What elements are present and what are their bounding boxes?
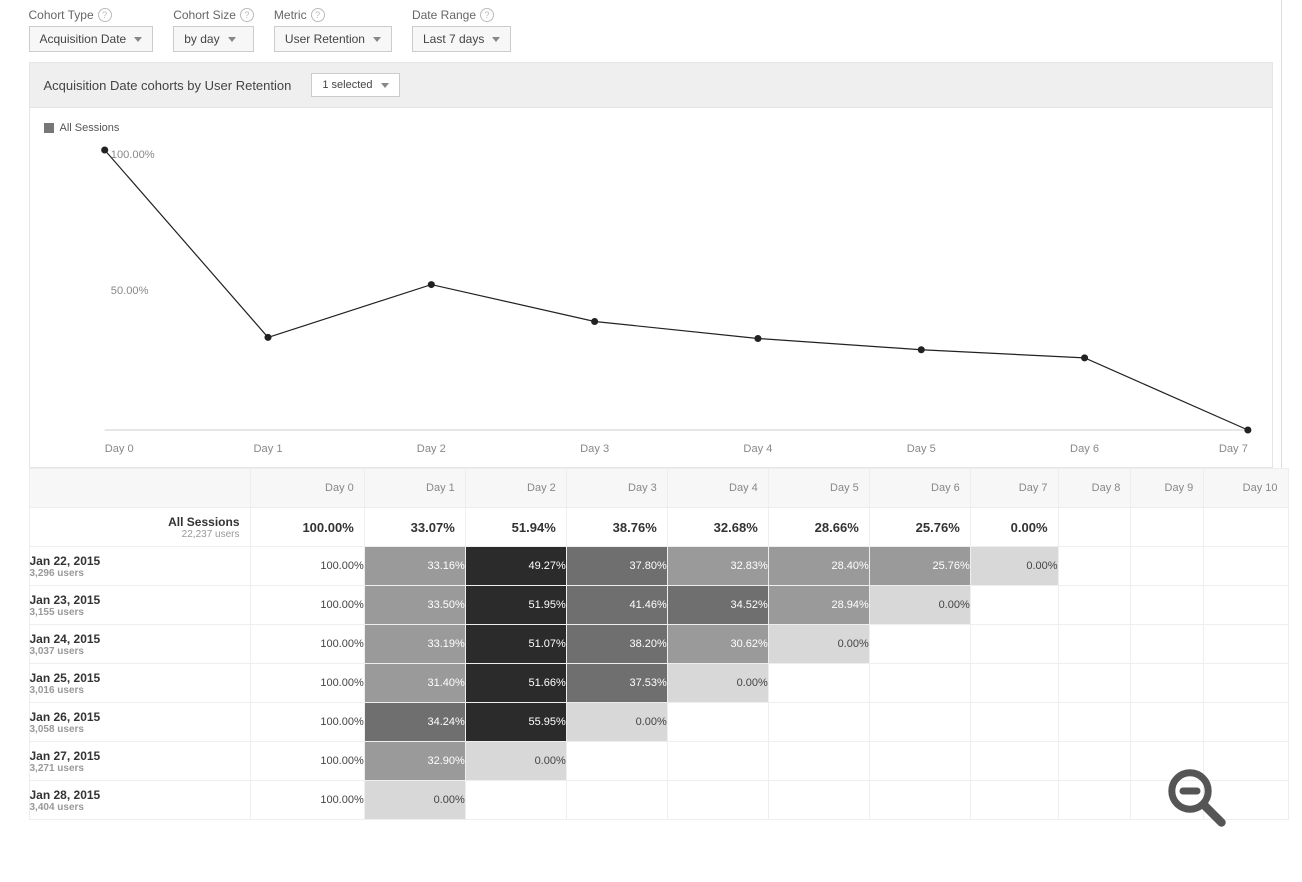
table-row: Jan 23, 20153,155 users100.00%33.50%51.9… <box>29 586 1288 625</box>
svg-text:Day 5: Day 5 <box>906 443 935 455</box>
help-icon[interactable]: ? <box>480 8 494 22</box>
column-header: Day 5 <box>768 469 869 508</box>
chart-panel: Acquisition Date cohorts by User Retenti… <box>29 62 1273 468</box>
zoom-out-button[interactable] <box>1162 763 1232 836</box>
column-header: Day 4 <box>667 469 768 508</box>
table-row: Jan 27, 20153,271 users100.00%32.90%0.00… <box>29 742 1288 781</box>
chevron-down-icon <box>373 37 381 42</box>
help-icon[interactable]: ? <box>311 8 325 22</box>
column-header: Day 2 <box>465 469 566 508</box>
svg-text:Day 6: Day 6 <box>1070 443 1099 455</box>
summary-row: All Sessions22,237 users100.00%33.07%51.… <box>29 508 1288 547</box>
help-icon[interactable]: ? <box>240 8 254 22</box>
chevron-down-icon <box>228 37 236 42</box>
column-header: Day 3 <box>566 469 667 508</box>
svg-text:Day 3: Day 3 <box>580 443 609 455</box>
svg-text:50.00%: 50.00% <box>110 285 148 297</box>
table-row: Jan 26, 20153,058 users100.00%34.24%55.9… <box>29 703 1288 742</box>
cohort-type-dropdown[interactable]: Acquisition Date <box>29 26 154 52</box>
series-selector-dropdown[interactable]: 1 selected <box>311 73 399 97</box>
retention-line-chart: 100.00% 50.00% Day 0 Day 1 Day 2 Day 3 Day 4 Da… <box>44 140 1258 460</box>
svg-text:Day 0: Day 0 <box>104 443 133 455</box>
svg-text:100.00%: 100.00% <box>110 149 154 161</box>
column-header: Day 9 <box>1131 469 1204 508</box>
chevron-down-icon <box>492 37 500 42</box>
table-row: Jan 24, 20153,037 users100.00%33.19%51.0… <box>29 625 1288 664</box>
table-row: Jan 22, 20153,296 users100.00%33.16%49.2… <box>29 547 1288 586</box>
date-range-label: Date Range ? <box>412 8 511 22</box>
help-icon[interactable]: ? <box>98 8 112 22</box>
panel-title: Acquisition Date cohorts by User Retenti… <box>44 78 292 93</box>
cohort-size-dropdown[interactable]: by day <box>173 26 254 52</box>
column-header: Day 1 <box>364 469 465 508</box>
table-row: Jan 28, 20153,404 users100.00%0.00% <box>29 781 1288 820</box>
column-header: Day 10 <box>1204 469 1288 508</box>
date-range-dropdown[interactable]: Last 7 days <box>412 26 511 52</box>
svg-text:Day 7: Day 7 <box>1218 443 1247 455</box>
column-header: Day 7 <box>970 469 1058 508</box>
metric-label: Metric ? <box>274 8 392 22</box>
column-header: Day 6 <box>869 469 970 508</box>
table-row: Jan 25, 20153,016 users100.00%31.40%51.6… <box>29 664 1288 703</box>
svg-text:Day 2: Day 2 <box>416 443 445 455</box>
metric-dropdown[interactable]: User Retention <box>274 26 392 52</box>
chevron-down-icon <box>134 37 142 42</box>
cohort-type-label: Cohort Type ? <box>29 8 154 22</box>
cohort-table: Day 0Day 1Day 2Day 3Day 4Day 5Day 6Day 7… <box>29 468 1289 820</box>
svg-text:Day 1: Day 1 <box>253 443 282 455</box>
svg-text:Day 4: Day 4 <box>743 443 772 455</box>
chevron-down-icon <box>381 83 389 88</box>
column-header: Day 0 <box>250 469 364 508</box>
legend-swatch <box>44 123 54 133</box>
column-header: Day 8 <box>1058 469 1131 508</box>
legend-item: All Sessions <box>44 122 1258 134</box>
controls-row: Cohort Type ? Acquisition Date Cohort Si… <box>21 8 1281 62</box>
cohort-size-label: Cohort Size ? <box>173 8 254 22</box>
